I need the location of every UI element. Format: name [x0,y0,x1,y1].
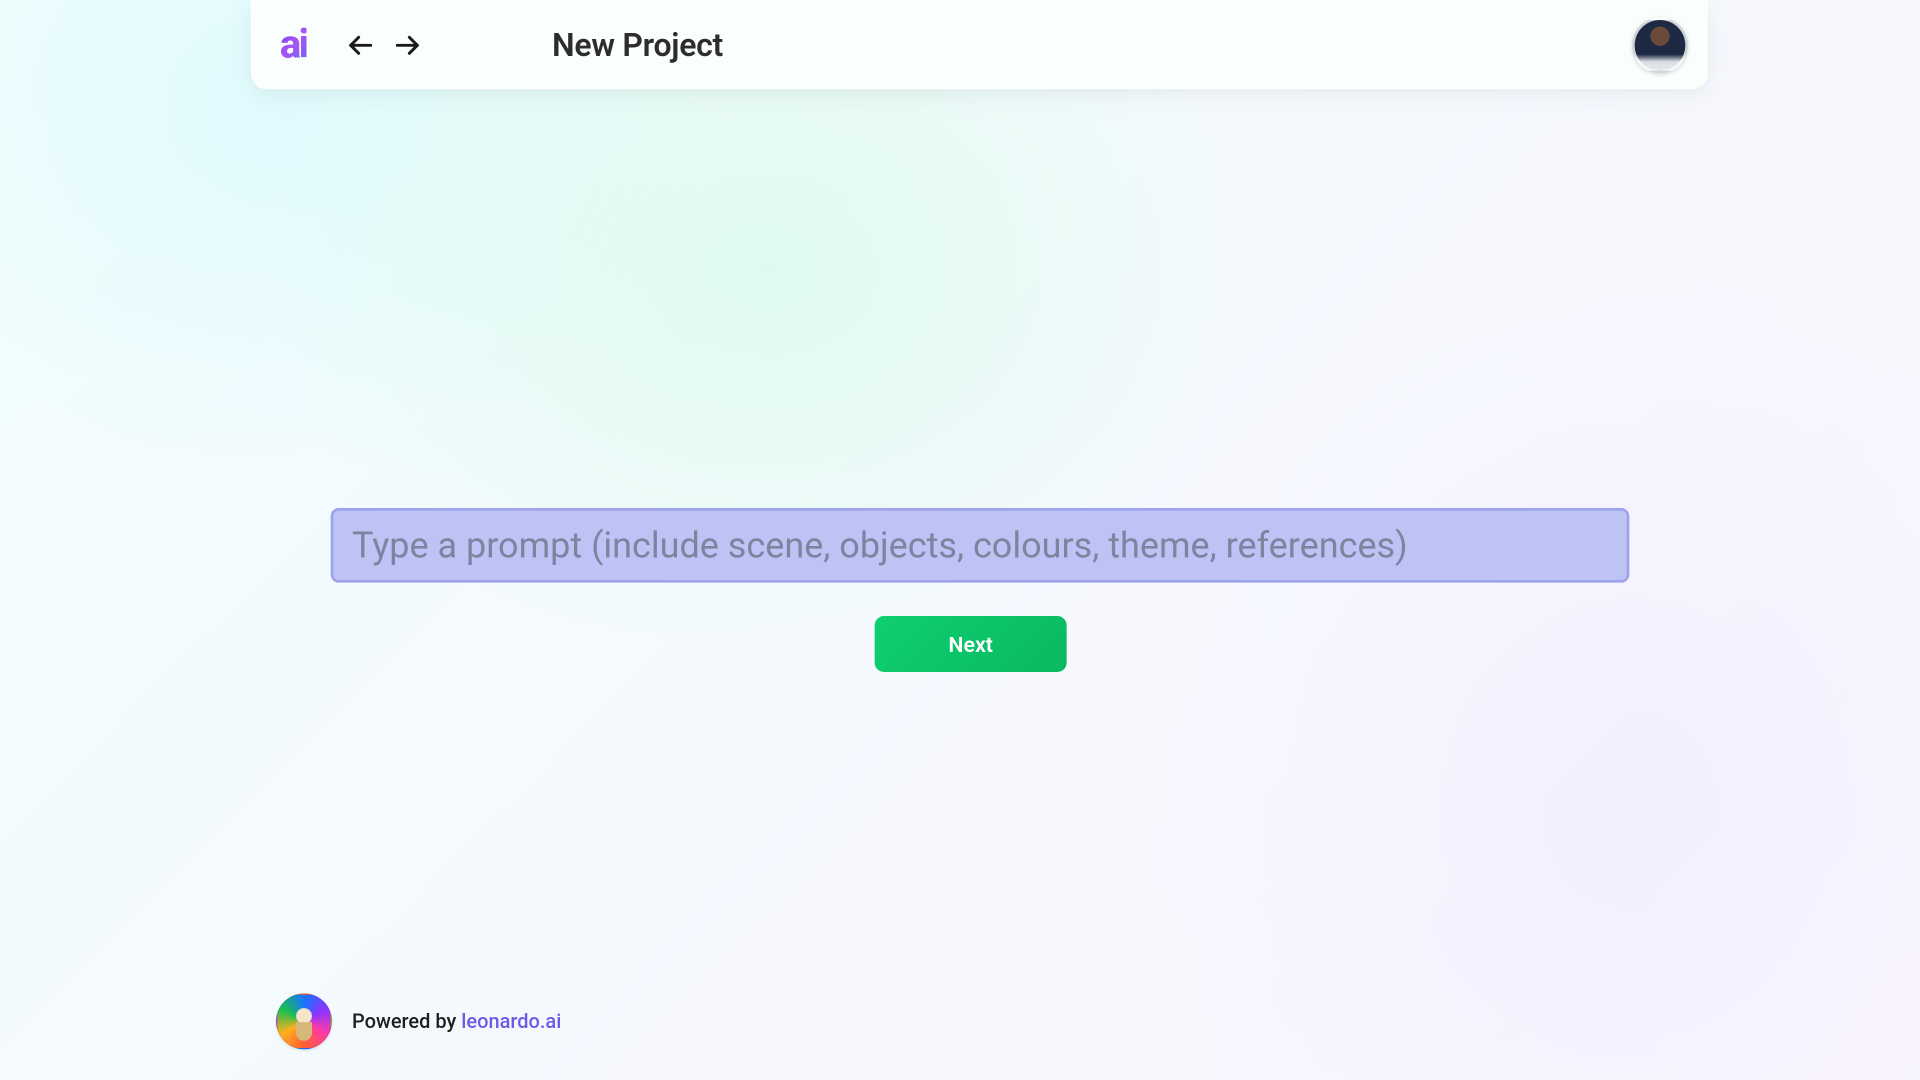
forward-button[interactable] [389,26,426,63]
user-avatar[interactable] [1632,17,1688,73]
footer-text: Powered by leonardo.ai [352,1009,561,1033]
prompt-input[interactable] [331,508,1630,583]
next-button[interactable]: Next [875,616,1067,672]
arrow-right-icon [392,29,424,61]
main-content: Next [331,508,1630,672]
leonardo-link[interactable]: leonardo.ai [461,1009,561,1033]
leonardo-logo-icon [276,993,332,1049]
page-title: New Project [552,26,723,63]
top-navigation-bar: ai New Project [251,0,1708,89]
back-button[interactable] [341,26,378,63]
footer-prefix: Powered by [352,1009,461,1033]
arrow-left-icon [344,29,376,61]
footer: Powered by leonardo.ai [276,993,561,1049]
app-logo[interactable]: ai [269,21,317,69]
app-logo-text: ai [280,21,307,68]
nav-arrows-group [341,26,426,63]
